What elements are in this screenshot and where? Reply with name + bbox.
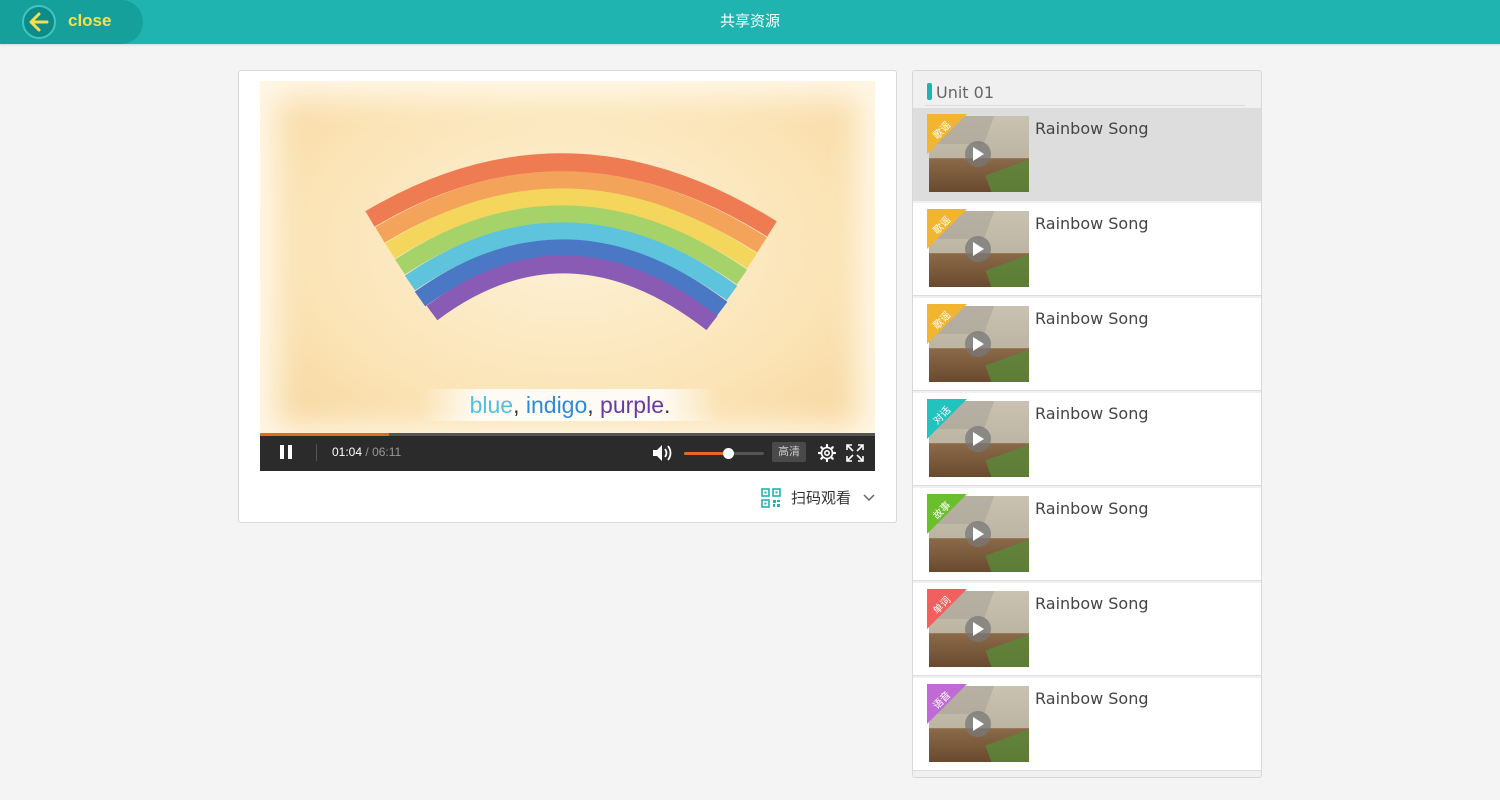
fullscreen-icon[interactable] — [846, 444, 864, 462]
thumb-decoration — [985, 728, 1029, 762]
category-ribbon: 单词 — [927, 589, 967, 629]
category-ribbon: 对话 — [927, 399, 967, 439]
category-ribbon: 语音 — [927, 684, 967, 724]
play-icon[interactable] — [965, 711, 991, 737]
duration: 06:11 — [372, 445, 402, 459]
qr-code-icon — [761, 488, 781, 508]
scan-label[interactable]: 扫码观看 — [791, 487, 851, 508]
progress-fill — [260, 433, 390, 436]
item-title[interactable]: Rainbow Song — [1035, 499, 1149, 518]
item-title[interactable]: Rainbow Song — [1035, 689, 1149, 708]
caption-word: purple — [600, 392, 664, 418]
thumb-decoration — [985, 348, 1029, 382]
play-icon[interactable] — [965, 521, 991, 547]
video-frame[interactable]: blue, indigo, purple. — [260, 81, 875, 443]
play-icon[interactable] — [965, 616, 991, 642]
category-ribbon: 歌谣 — [927, 209, 967, 249]
page-title: 共享资源 — [719, 12, 780, 30]
playlist-item[interactable]: 歌谣 Rainbow Song — [913, 108, 1261, 201]
item-title[interactable]: Rainbow Song — [1035, 119, 1149, 138]
category-ribbon: 故事 — [927, 494, 967, 534]
player-controls: 01:04 / 06:11 高清 — [260, 433, 875, 471]
item-title[interactable]: Rainbow Song — [1035, 214, 1149, 233]
thumb-decoration — [985, 158, 1029, 192]
video-player-card: blue, indigo, purple. 01:04 / 06:11 高清 扫… — [238, 70, 897, 523]
thumb-decoration — [985, 253, 1029, 287]
playlist-item[interactable]: 歌谣 Rainbow Song — [913, 298, 1261, 391]
subtitle-caption: blue, indigo, purple. — [420, 389, 720, 421]
thumb-decoration — [985, 633, 1029, 667]
item-title[interactable]: Rainbow Song — [1035, 404, 1149, 423]
caption-punct: , — [513, 392, 520, 418]
playlist-item[interactable]: 歌谣 Rainbow Song — [913, 203, 1261, 296]
unit-title: Unit 01 — [936, 83, 995, 102]
quality-button[interactable]: 高清 — [772, 442, 806, 462]
play-icon[interactable] — [965, 236, 991, 262]
category-ribbon: 歌谣 — [927, 304, 967, 344]
play-icon[interactable] — [965, 331, 991, 357]
current-time: 01:04 — [332, 445, 363, 459]
unit-accent-bar — [927, 83, 932, 100]
time-separator: / — [365, 445, 369, 459]
playlist-item[interactable]: 语音 Rainbow Song — [913, 678, 1261, 771]
progress-bar[interactable] — [260, 433, 875, 436]
playlist-item[interactable]: 对话 Rainbow Song — [913, 393, 1261, 486]
play-icon[interactable] — [965, 141, 991, 167]
playlist-panel: Unit 01 歌谣 Rainbow Song 歌谣 Rainbow Song 歌谣 Ra… — [912, 70, 1262, 778]
volume-knob[interactable] — [723, 448, 734, 459]
volume-fill — [684, 452, 728, 455]
close-button[interactable]: close — [0, 0, 143, 44]
category-ribbon: 歌谣 — [927, 114, 967, 154]
top-bar: 共享资源 close — [0, 0, 1500, 44]
close-label[interactable]: close — [68, 11, 111, 31]
divider — [316, 444, 317, 461]
thumb-decoration — [985, 538, 1029, 572]
item-title[interactable]: Rainbow Song — [1035, 309, 1149, 328]
playlist-item[interactable]: 故事 Rainbow Song — [913, 488, 1261, 581]
caption-punct: , — [587, 392, 594, 418]
caption-word: blue — [469, 392, 514, 418]
gear-icon[interactable] — [818, 444, 836, 462]
chevron-down-icon[interactable] — [863, 494, 875, 502]
back-arrow-icon[interactable] — [22, 5, 56, 39]
volume-icon[interactable] — [651, 443, 675, 463]
playlist-item[interactable]: 单词 Rainbow Song — [913, 583, 1261, 676]
unit-header: Unit 01 — [925, 83, 1245, 106]
thumb-decoration — [985, 443, 1029, 477]
time-display: 01:04 / 06:11 — [332, 445, 401, 459]
pause-icon[interactable] — [276, 445, 296, 461]
play-icon[interactable] — [965, 426, 991, 452]
caption-word: indigo — [525, 392, 588, 418]
caption-punct: . — [663, 392, 671, 418]
item-title[interactable]: Rainbow Song — [1035, 594, 1149, 613]
volume-slider[interactable] — [684, 448, 764, 459]
